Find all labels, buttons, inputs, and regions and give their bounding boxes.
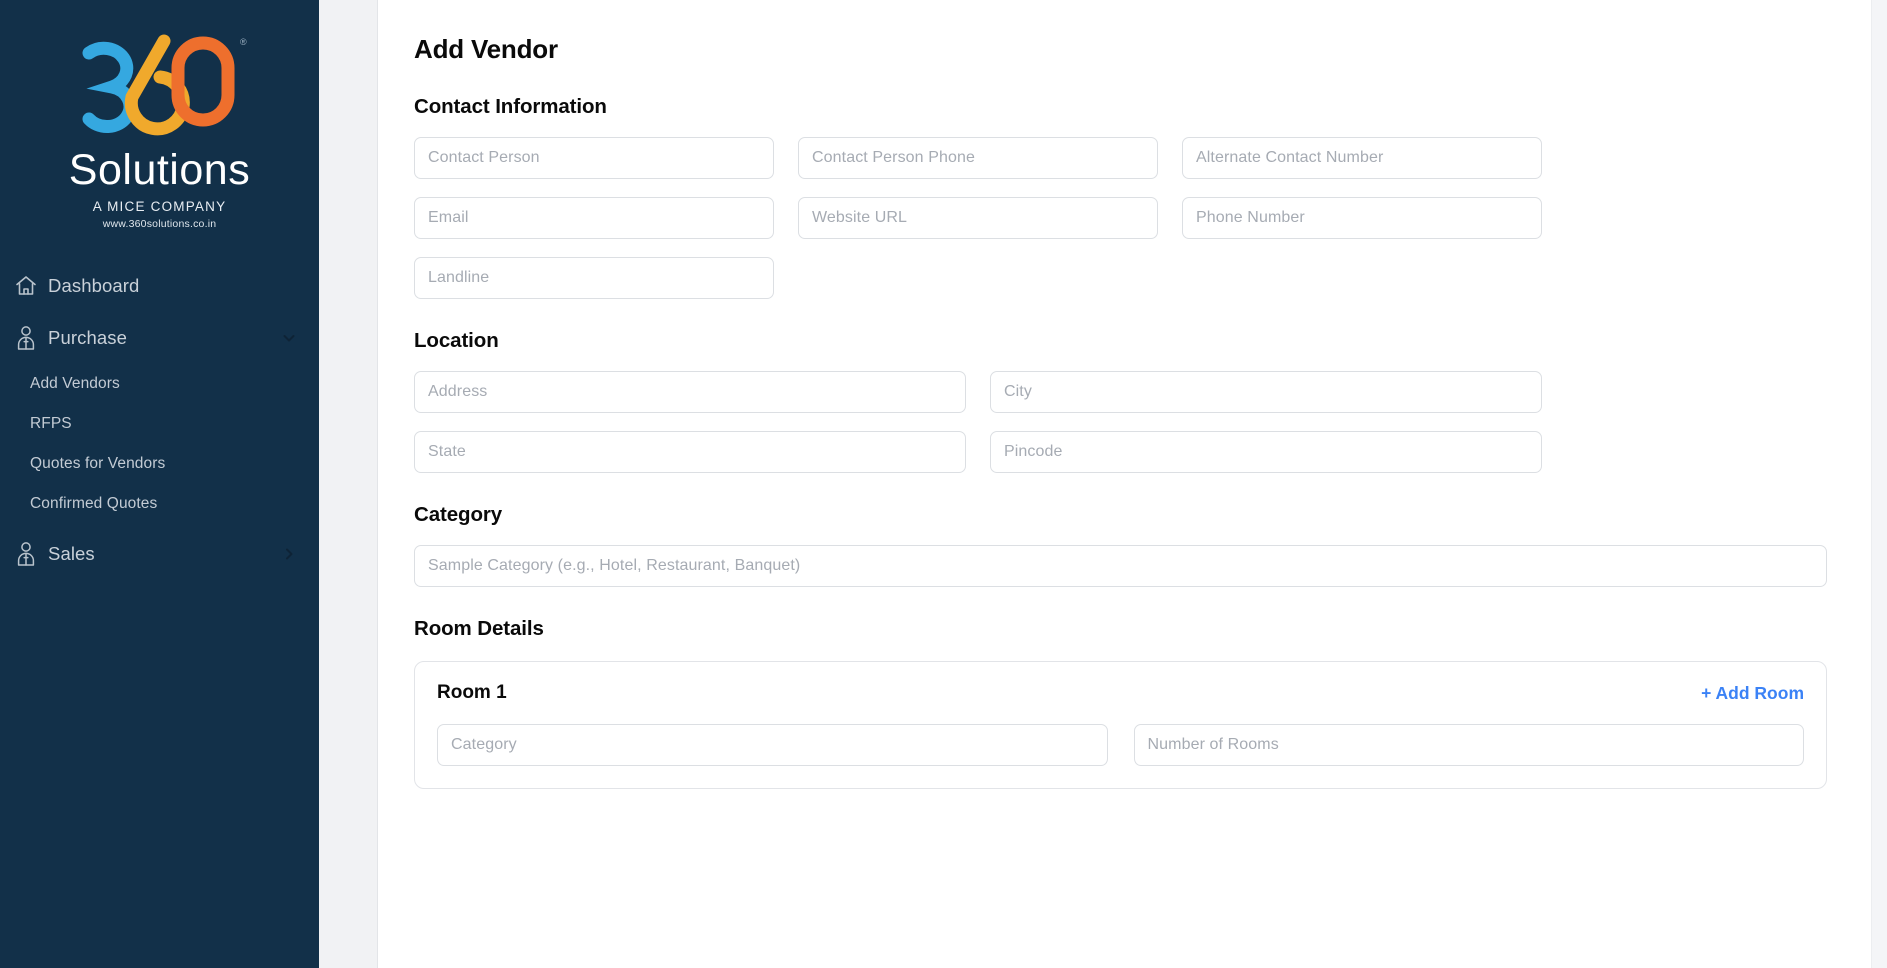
section-title-location: Location: [414, 329, 499, 352]
svg-text:®: ®: [240, 37, 247, 47]
room-category-input[interactable]: Category: [437, 724, 1108, 766]
sidebar-subitem-label: RFPS: [30, 415, 72, 432]
contact-row-3: Landline: [414, 257, 1827, 299]
sidebar-subitem-label: Confirmed Quotes: [30, 495, 158, 512]
room-card: Room 1 + Add Room Category Number of Roo…: [414, 661, 1827, 789]
category-row: Sample Category (e.g., Hotel, Restaurant…: [414, 545, 1827, 587]
sidebar: ® Solutions A MICE COMPANY www.360soluti…: [0, 0, 319, 968]
address-input[interactable]: Address: [414, 371, 966, 413]
pincode-input[interactable]: Pincode: [990, 431, 1542, 473]
sidebar-item-dashboard[interactable]: Dashboard: [0, 260, 319, 312]
contact-row-2: Email Website URL Phone Number: [414, 197, 1827, 239]
phone-number-input[interactable]: Phone Number: [1182, 197, 1542, 239]
sidebar-nav: Dashboard Purchase Add Vendors RFPS Quot…: [0, 250, 319, 580]
brand-logo: ® Solutions A MICE COMPANY www.360soluti…: [0, 0, 319, 250]
main-area: Add Vendor Contact Information Contact P…: [319, 0, 1887, 968]
category-input[interactable]: Sample Category (e.g., Hotel, Restaurant…: [414, 545, 1827, 587]
logo-tagline: A MICE COMPANY: [92, 198, 227, 214]
sidebar-item-label: Purchase: [48, 327, 127, 348]
chevron-right-icon[interactable]: [281, 546, 297, 562]
logo-website: www.360solutions.co.in: [102, 217, 217, 230]
page-title: Add Vendor: [414, 34, 558, 64]
sidebar-item-add-vendors[interactable]: Add Vendors: [0, 364, 319, 404]
contact-person-phone-input[interactable]: Contact Person Phone: [798, 137, 1158, 179]
sidebar-item-label: Dashboard: [48, 275, 140, 296]
room-number-wrap: Number of Rooms: [1133, 724, 1804, 766]
city-input[interactable]: City: [990, 371, 1542, 413]
email-input[interactable]: Email: [414, 197, 774, 239]
content-gutter: [319, 0, 378, 968]
sidebar-item-quotes-for-vendors[interactable]: Quotes for Vendors: [0, 444, 319, 484]
user-tie-icon: [14, 541, 48, 567]
website-url-input[interactable]: Website URL: [798, 197, 1158, 239]
logo-360-icon: ®: [82, 34, 247, 135]
room-title: Room 1: [437, 682, 507, 703]
contact-person-input[interactable]: Contact Person: [414, 137, 774, 179]
room-card-header: Room 1 + Add Room: [437, 682, 1804, 704]
chevron-down-icon[interactable]: [281, 330, 297, 346]
user-tie-icon: [14, 325, 48, 351]
page-scrollbar[interactable]: [1871, 0, 1887, 968]
form-content: Add Vendor Contact Information Contact P…: [378, 0, 1887, 968]
alternate-contact-number-input[interactable]: Alternate Contact Number: [1182, 137, 1542, 179]
sidebar-item-purchase[interactable]: Purchase: [0, 312, 319, 364]
sidebar-item-confirmed-quotes[interactable]: Confirmed Quotes: [0, 484, 319, 524]
room-fields-row: Category Number of Rooms: [437, 724, 1804, 766]
location-row-2: State Pincode: [414, 431, 1827, 473]
location-row-1: Address City: [414, 371, 1827, 413]
home-icon: [14, 274, 48, 298]
number-of-rooms-input[interactable]: Number of Rooms: [1133, 724, 1804, 766]
section-title-room-details: Room Details: [414, 617, 544, 640]
contact-row-1: Contact Person Contact Person Phone Alte…: [414, 137, 1827, 179]
logo-wordmark: Solutions: [68, 145, 251, 194]
room-category-wrap: Category: [437, 724, 1108, 766]
sidebar-item-rfps[interactable]: RFPS: [0, 404, 319, 444]
sidebar-subitem-label: Quotes for Vendors: [30, 455, 166, 472]
section-title-category: Category: [414, 503, 503, 526]
add-room-button[interactable]: + Add Room: [1701, 683, 1804, 704]
sidebar-subitem-label: Add Vendors: [30, 375, 120, 392]
sidebar-item-sales[interactable]: Sales: [0, 528, 319, 580]
section-title-contact: Contact Information: [414, 95, 607, 118]
sidebar-item-label: Sales: [48, 543, 95, 564]
landline-input[interactable]: Landline: [414, 257, 774, 299]
state-input[interactable]: State: [414, 431, 966, 473]
app-root: ® Solutions A MICE COMPANY www.360soluti…: [0, 0, 1887, 968]
